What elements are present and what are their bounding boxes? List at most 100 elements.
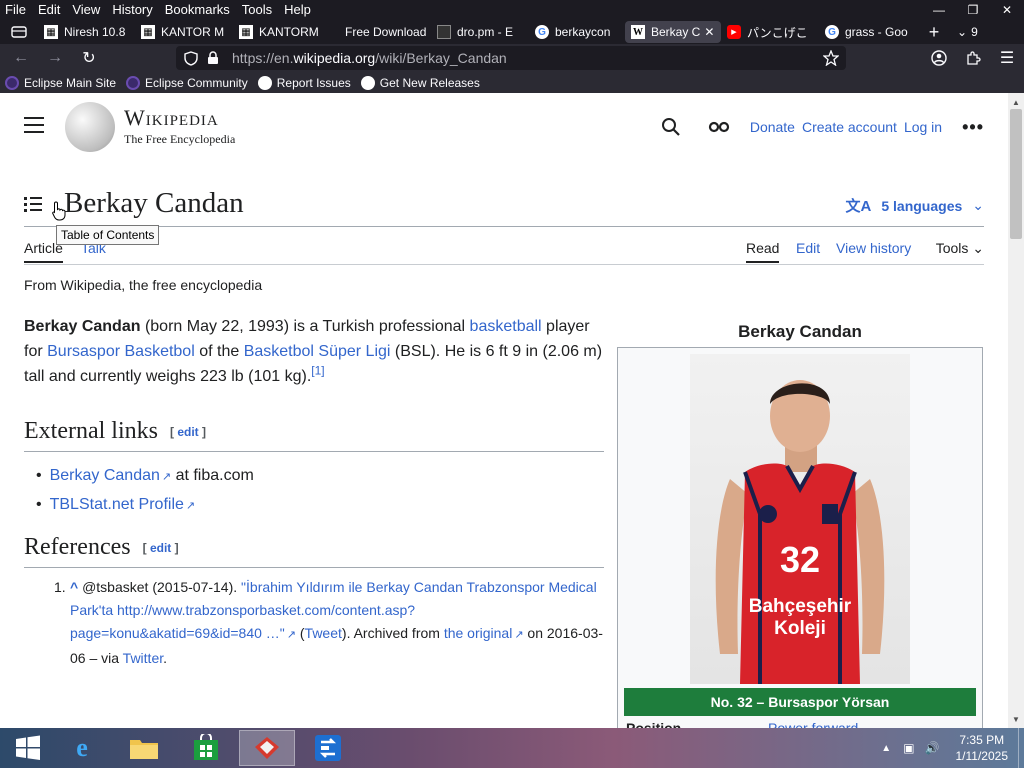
- backlink-caret[interactable]: ^: [70, 579, 78, 595]
- basketball-link[interactable]: basketball: [470, 318, 542, 335]
- tblstat-profile-link[interactable]: TBLStat.net Profile: [50, 496, 184, 513]
- table-of-contents-icon[interactable]: [24, 196, 44, 214]
- edit-link[interactable]: edit: [150, 541, 171, 555]
- scroll-down-icon[interactable]: ▼: [1008, 712, 1024, 726]
- tab-berkaycon[interactable]: G berkaycon: [529, 21, 625, 43]
- site-tagline: From Wikipedia, the free encyclopedia: [24, 277, 263, 293]
- clock-time: 7:35 PM: [959, 733, 1005, 747]
- tab-label: Free Download: [345, 25, 427, 39]
- file-explorer-button[interactable]: [116, 730, 172, 766]
- appearance-icon[interactable]: [707, 115, 731, 139]
- tab-youtube[interactable]: ▶ パンこげこ: [721, 21, 819, 43]
- tab-dro-pm[interactable]: dro.pm - E: [431, 21, 529, 43]
- main-menu-icon[interactable]: [24, 117, 44, 138]
- tab-read[interactable]: Read: [746, 240, 780, 263]
- scroll-up-icon[interactable]: ▲: [1008, 95, 1024, 109]
- tab-label: Niresh 10.8: [64, 25, 126, 39]
- vertical-scrollbar[interactable]: ▲ ▼: [1008, 93, 1024, 728]
- shield-icon[interactable]: [180, 50, 202, 66]
- app-menu-button[interactable]: ☰: [990, 44, 1024, 72]
- donate-link[interactable]: Donate: [750, 119, 795, 135]
- fiba-profile-link[interactable]: Berkay Candan: [50, 467, 160, 484]
- show-desktop-button[interactable]: [1018, 728, 1024, 768]
- github-icon: [257, 75, 272, 90]
- plus-icon: +: [928, 21, 940, 42]
- tab-free-download[interactable]: Free Download: [331, 21, 431, 43]
- tab-grass-google[interactable]: G grass - Goo: [819, 21, 917, 43]
- new-tab-button[interactable]: +: [917, 21, 951, 43]
- bsl-link[interactable]: Basketbol Süper Ligi: [244, 343, 391, 360]
- heading-text: External links: [24, 418, 158, 444]
- edit-link[interactable]: edit: [177, 425, 198, 439]
- bookmark-eclipse-main[interactable]: Eclipse Main Site: [0, 75, 121, 90]
- menu-bookmarks[interactable]: Bookmarks: [159, 0, 236, 20]
- start-button[interactable]: [0, 730, 56, 766]
- twitter-link[interactable]: Twitter: [123, 650, 163, 666]
- bookmark-star-icon[interactable]: [820, 50, 842, 66]
- close-window-icon[interactable]: ✕: [990, 0, 1024, 20]
- tab-niresh[interactable]: ▦ Niresh 10.8: [38, 21, 135, 43]
- close-tab-icon[interactable]: ✕: [704, 25, 714, 39]
- languages-label: 5 languages: [881, 197, 963, 214]
- infobox-row-value[interactable]: Power forward: [768, 720, 858, 728]
- page-icon: ▦: [141, 25, 155, 39]
- menu-file[interactable]: File: [0, 0, 32, 20]
- navigation-bar: ← → ↻ https://en.wikipedia.org/wiki/Berk…: [0, 44, 1024, 72]
- bookmark-get-new-releases[interactable]: Get New Releases: [356, 75, 485, 90]
- more-options-icon[interactable]: •••: [962, 117, 984, 138]
- tab-kantor-m[interactable]: ▦ KANTOR M: [135, 21, 233, 43]
- chevron-down-icon: ⌄: [957, 25, 968, 39]
- wikipedia-globe-logo[interactable]: [65, 102, 115, 152]
- internet-explorer-button[interactable]: e: [54, 730, 110, 766]
- bookmark-eclipse-community[interactable]: Eclipse Community: [121, 75, 253, 90]
- tab-edit[interactable]: Edit: [796, 240, 820, 256]
- account-button[interactable]: [922, 44, 956, 72]
- lock-icon[interactable]: [202, 51, 224, 65]
- list-all-tabs-button[interactable]: [0, 21, 38, 43]
- tab-view-history[interactable]: View history: [836, 240, 911, 256]
- menu-history[interactable]: History: [106, 0, 158, 20]
- menu-tools[interactable]: Tools: [236, 0, 278, 20]
- scrollbar-thumb[interactable]: [1010, 109, 1022, 239]
- wordmark-text: Wikipedia: [124, 105, 219, 130]
- tweet-link[interactable]: Tweet: [305, 625, 342, 641]
- bursaspor-basketbol-link[interactable]: Bursaspor Basketbol: [47, 343, 195, 360]
- log-in-link[interactable]: Log in: [904, 119, 942, 135]
- forward-button[interactable]: →: [38, 44, 72, 72]
- network-icon[interactable]: ▣: [903, 741, 914, 755]
- volume-icon[interactable]: 🔊: [925, 741, 940, 755]
- menu-help[interactable]: Help: [278, 0, 317, 20]
- google-icon: G: [535, 25, 549, 39]
- tray-overflow-icon[interactable]: ▲: [881, 743, 891, 754]
- menu-view[interactable]: View: [66, 0, 106, 20]
- header-actions: Donate Create account Log in •••: [659, 115, 984, 139]
- search-icon[interactable]: [659, 115, 683, 139]
- languages-button[interactable]: 文A 5 languages ⌄: [846, 195, 985, 216]
- wikipedia-wordmark[interactable]: Wikipedia The Free Encyclopedia: [124, 105, 235, 147]
- tools-menu[interactable]: Tools ⌄: [936, 240, 984, 257]
- back-button[interactable]: ←: [4, 44, 38, 72]
- internet-explorer-icon: e: [76, 733, 88, 762]
- original-link[interactable]: the original: [444, 625, 513, 641]
- create-account-link[interactable]: Create account: [802, 119, 897, 135]
- reload-button[interactable]: ↻: [72, 44, 106, 72]
- page-content: Wikipedia The Free Encyclopedia Donate C…: [0, 93, 1008, 728]
- tab-label: grass - Goo: [845, 25, 908, 39]
- bookmark-report-issues[interactable]: Report Issues: [253, 75, 356, 90]
- clock[interactable]: 7:35 PM 1/11/2025: [946, 732, 1019, 764]
- player-photo[interactable]: 32 Bahçeşehir Koleji: [690, 354, 910, 684]
- app-taskbar-button[interactable]: [300, 730, 356, 766]
- store-button[interactable]: [178, 730, 234, 766]
- firefox-taskbar-button[interactable]: [239, 730, 295, 766]
- restore-icon[interactable]: ❐: [956, 0, 990, 20]
- tab-kantorm[interactable]: ▦ KANTORM: [233, 21, 331, 43]
- reference-link[interactable]: [1]: [311, 364, 324, 378]
- tab-label: Berkay C: [651, 25, 701, 39]
- minimize-icon[interactable]: —: [922, 0, 956, 20]
- tab-berkay-candan[interactable]: W Berkay C ✕: [625, 21, 721, 43]
- transfer-app-icon: [315, 735, 341, 761]
- tab-overflow-button[interactable]: ⌄ 9: [951, 21, 993, 43]
- extensions-button[interactable]: [956, 44, 990, 72]
- menu-edit[interactable]: Edit: [32, 0, 66, 20]
- url-bar[interactable]: https://en.wikipedia.org/wiki/Berkay_Can…: [176, 46, 846, 70]
